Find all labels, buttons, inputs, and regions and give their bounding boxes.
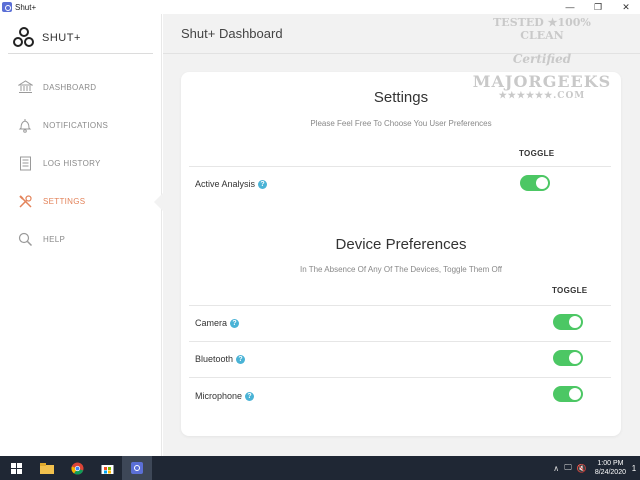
clock-time: 1:00 PM xyxy=(597,460,624,467)
window-title: Shut+ xyxy=(15,2,37,12)
clock-date: 8/24/2020 xyxy=(594,469,626,476)
sidebar-item-dashboard[interactable]: DASHBOARD xyxy=(0,68,162,106)
brand-name: SHUT+ xyxy=(42,32,81,44)
sidebar-item-notifications[interactable]: NOTIFICATIONS xyxy=(0,106,162,144)
sidebar-item-label: HELP xyxy=(43,234,66,244)
bell-icon xyxy=(17,117,33,133)
device-preferences-title: Device Preferences xyxy=(335,236,467,253)
document-icon xyxy=(17,155,33,171)
help-icon[interactable]: ? xyxy=(230,318,240,328)
window-controls: — ❐ ✕ xyxy=(556,0,640,14)
taskbar: ∧ 🖵 🔇 1:00 PM 8/24/2020 1 xyxy=(0,456,640,480)
sidebar-item-log-history[interactable]: LOG HISTORY xyxy=(0,144,162,182)
search-icon xyxy=(17,231,33,247)
bluetooth-label: Bluetooth ? xyxy=(195,354,246,364)
active-indicator xyxy=(154,193,163,211)
camera-toggle[interactable] xyxy=(553,314,583,330)
row-divider xyxy=(189,377,611,378)
active-analysis-text: Active Analysis xyxy=(195,179,256,189)
sidebar-item-label: LOG HISTORY xyxy=(43,158,101,168)
watermark-line2: Certified xyxy=(512,52,572,66)
row-divider xyxy=(189,166,611,167)
row-divider xyxy=(189,341,611,342)
active-analysis-toggle[interactable] xyxy=(520,175,550,191)
brand-logo-icon xyxy=(12,26,36,50)
app-icon xyxy=(2,2,12,12)
watermark-line4: ★★★★★★.COM xyxy=(498,91,586,101)
volume-muted-icon[interactable]: 🔇 xyxy=(577,464,587,473)
page-title: Shut+ Dashboard xyxy=(181,26,283,41)
settings-subtitle: Please Feel Free To Choose You User Pref… xyxy=(310,119,492,128)
help-icon[interactable]: ? xyxy=(236,354,246,364)
bluetooth-text: Bluetooth xyxy=(195,354,234,364)
microphone-toggle[interactable] xyxy=(553,386,583,402)
sidebar-item-label: NOTIFICATIONS xyxy=(43,120,109,130)
row-divider xyxy=(189,305,611,306)
settings-card: Settings Please Feel Free To Choose You … xyxy=(181,72,621,436)
window-titlebar: Shut+ — ❐ ✕ xyxy=(0,0,640,14)
minimize-button[interactable]: — xyxy=(556,0,584,14)
sidebar-item-settings[interactable]: SETTINGS xyxy=(0,182,163,220)
close-button[interactable]: ✕ xyxy=(612,0,640,14)
action-center-icon[interactable]: 1 xyxy=(628,456,640,480)
clock[interactable]: 1:00 PM 8/24/2020 xyxy=(595,459,626,477)
device-toggle-header: TOGGLE xyxy=(552,286,588,295)
shut-plus-taskbar-icon[interactable] xyxy=(122,456,152,480)
watermark-line3: MAJORGEEKS xyxy=(472,72,612,91)
app-icon xyxy=(131,462,143,474)
chrome-icon[interactable] xyxy=(62,456,92,480)
sidebar: SHUT+ DASHBOARD NOTIFICATIONS LOG HISTOR… xyxy=(0,14,163,456)
majorgeeks-watermark: TESTED ★100% CLEAN Certified MAJORGEEKS … xyxy=(472,14,612,101)
network-icon[interactable]: 🖵 xyxy=(564,463,572,473)
chevron-up-icon[interactable]: ∧ xyxy=(553,464,559,473)
watermark-line1: TESTED ★100% CLEAN xyxy=(493,16,591,42)
microphone-text: Microphone xyxy=(195,391,243,401)
brand-divider xyxy=(8,53,153,54)
microphone-label: Microphone ? xyxy=(195,391,255,401)
help-icon[interactable]: ? xyxy=(258,179,268,189)
maximize-button[interactable]: ❐ xyxy=(584,0,612,14)
bank-icon xyxy=(17,79,33,95)
store-icon[interactable] xyxy=(92,456,122,480)
system-tray: ∧ 🖵 🔇 1:00 PM 8/24/2020 xyxy=(548,456,626,480)
sidebar-item-help[interactable]: HELP xyxy=(0,220,162,258)
camera-label: Camera ? xyxy=(195,318,240,328)
settings-toggle-header: TOGGLE xyxy=(519,149,555,158)
device-preferences-subtitle: In The Absence Of Any Of The Devices, To… xyxy=(299,265,503,274)
camera-text: Camera xyxy=(195,318,228,328)
help-icon[interactable]: ? xyxy=(245,391,255,401)
active-analysis-label: Active Analysis ? xyxy=(195,179,268,189)
bluetooth-toggle[interactable] xyxy=(553,350,583,366)
sidebar-item-label: SETTINGS xyxy=(43,196,86,206)
sidebar-nav: DASHBOARD NOTIFICATIONS LOG HISTORY SETT… xyxy=(0,68,163,258)
windows-start-icon[interactable] xyxy=(0,456,32,480)
file-explorer-icon[interactable] xyxy=(32,456,62,480)
brand: SHUT+ xyxy=(12,24,81,52)
sidebar-item-label: DASHBOARD xyxy=(43,82,97,92)
tools-icon xyxy=(17,193,33,209)
